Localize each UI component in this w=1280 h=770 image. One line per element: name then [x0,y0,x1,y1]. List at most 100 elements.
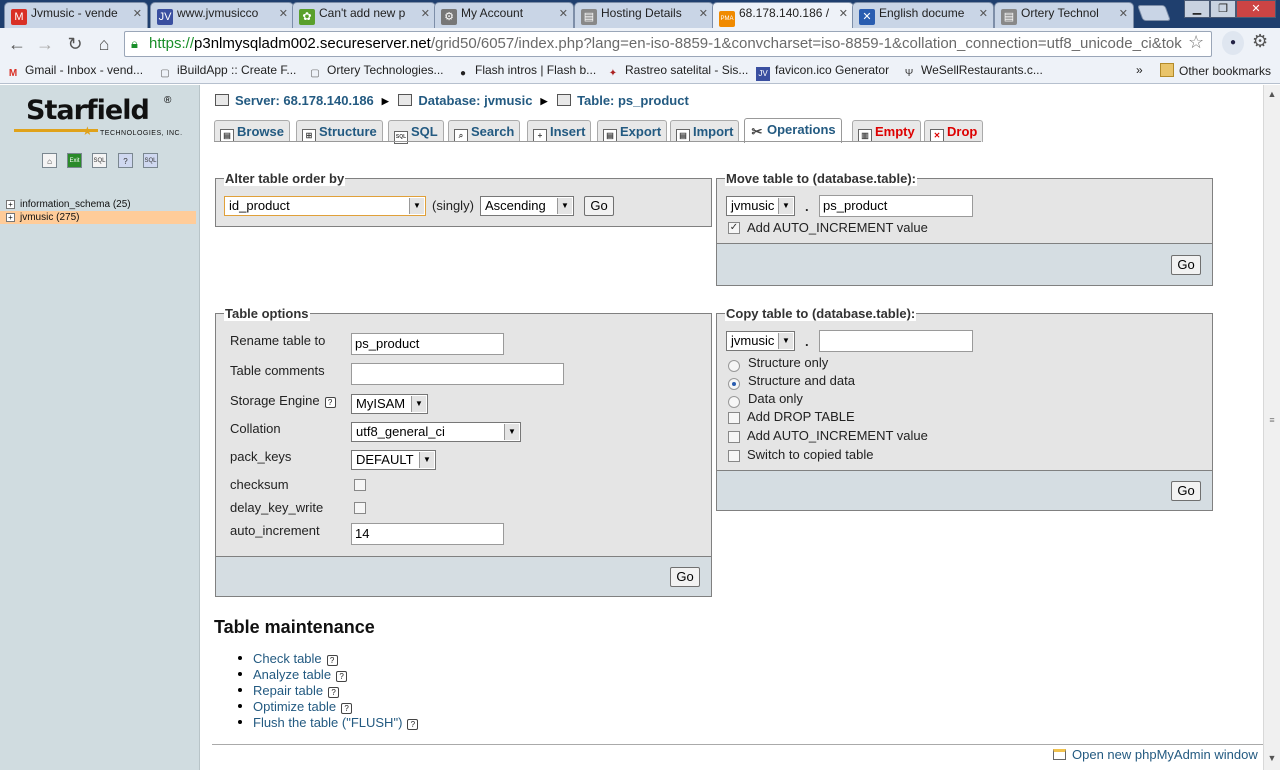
browser-tab[interactable]: ▤ Hosting Details ✕ [574,2,714,28]
optimize-table-link[interactable]: Optimize table [253,699,336,714]
expand-icon[interactable]: + [6,200,15,209]
bookmark-star-icon[interactable]: ☆ [1188,32,1204,53]
breadcrumb-table[interactable]: Table: ps_product [577,93,689,108]
structure-and-data-radio[interactable] [728,378,740,390]
help-icon[interactable]: ? [407,719,419,730]
tab-search[interactable]: ⌕ Search [448,120,521,142]
close-tab-icon[interactable]: ✕ [1119,7,1128,20]
move-auto-increment-checkbox[interactable]: ✓ [728,222,740,234]
browser-tab[interactable]: ⚙ My Account ✕ [434,2,574,28]
close-window-icon[interactable]: ✕ [1236,0,1276,18]
alter-order-go-button[interactable]: Go [584,196,614,216]
close-tab-icon[interactable]: ✕ [979,7,988,20]
tab-drop[interactable]: ✕ Drop [924,120,984,142]
exit-icon[interactable]: Exit [67,153,82,168]
checksum-checkbox[interactable] [354,479,366,491]
tab-import[interactable]: ▤ Import [670,120,740,142]
analyze-table-link[interactable]: Analyze table [253,667,331,682]
tab-export[interactable]: ▤ Export [597,120,668,142]
auto-increment-input[interactable]: 14 [351,523,504,545]
other-bookmarks[interactable]: Other bookmarks [1160,63,1271,78]
new-tab-button[interactable] [1137,5,1171,21]
data-only-radio[interactable] [728,396,740,408]
help-icon[interactable]: ? [341,703,353,714]
sql-docs-icon[interactable]: SQL [143,153,158,168]
browser-tab[interactable]: JV www.jvmusicco ✕ [150,2,294,28]
forward-icon[interactable]: → [34,33,56,55]
bookmark-item[interactable]: M Gmail - Inbox - vend... [6,63,143,81]
bookmark-item[interactable]: Ψ WeSellRestaurants.c... [902,63,1043,81]
help-icon[interactable]: ? [326,655,338,666]
collation-select[interactable]: utf8_general_ci ▼ [351,422,521,442]
tab-browse[interactable]: ▤ Browse [214,120,290,142]
copy-table-go-button[interactable]: Go [1171,481,1201,501]
copy-table-name-input[interactable] [819,330,973,352]
scroll-up-icon[interactable]: ▲ [1267,89,1277,99]
browser-tab-active[interactable]: PMA 68.178.140.186 / ✕ [712,2,854,29]
minimize-icon[interactable]: ▁ [1184,0,1210,18]
structure-only-radio[interactable] [728,360,740,372]
browser-tab[interactable]: ✿ Can't add new p ✕ [292,2,436,28]
home-icon[interactable]: ⌂ [93,33,115,55]
tab-sql[interactable]: SQL SQL [388,120,444,144]
rename-table-input[interactable]: ps_product [351,333,504,355]
table-options-go-button[interactable]: Go [670,567,700,587]
flush-table-link[interactable]: Flush the table ("FLUSH") [253,715,402,730]
close-tab-icon[interactable]: ✕ [559,7,568,20]
wrench-menu-icon[interactable]: ⚙ [1252,31,1268,52]
delay-key-write-checkbox[interactable] [354,502,366,514]
maximize-icon[interactable]: ❐ [1210,0,1236,18]
expand-icon[interactable]: + [6,213,15,222]
close-tab-icon[interactable]: ✕ [133,7,142,20]
bookmark-item[interactable]: JV favicon.ico Generator [756,63,889,81]
bookmark-item[interactable]: ● Flash intros | Flash b... [456,63,596,81]
back-icon[interactable]: ← [6,33,28,55]
table-comments-input[interactable] [351,363,564,385]
copy-db-select[interactable]: jvmusic ▼ [726,331,795,351]
bookmark-item[interactable]: ▢ iBuildApp :: Create F... [158,63,296,81]
pack-keys-select[interactable]: DEFAULT ▼ [351,450,436,470]
bookmark-item[interactable]: ▢ Ortery Technologies... [308,63,443,81]
move-table-name-input[interactable]: ps_product [819,195,973,217]
db-tree-item-selected[interactable]: + jvmusic (275) [0,211,196,224]
browser-tab[interactable]: M Jvmusic - vende ✕ [4,2,148,28]
tab-structure[interactable]: ⊞ Structure [296,120,383,142]
copy-auto-increment-checkbox[interactable] [728,431,740,443]
switch-to-copied-checkbox[interactable] [728,450,740,462]
home-icon[interactable]: ⌂ [42,153,57,168]
breadcrumb-database[interactable]: Database: jvmusic [418,93,532,108]
browser-tab[interactable]: ✕ English docume ✕ [852,2,994,28]
reload-icon[interactable]: ↻ [64,33,86,55]
help-icon[interactable]: ? [336,671,348,682]
breadcrumb-server[interactable]: Server: 68.178.140.186 [235,93,374,108]
repair-table-link[interactable]: Repair table [253,683,323,698]
bookmarks-overflow-button[interactable]: » [1136,63,1143,77]
browser-tab[interactable]: ▤ Ortery Technol ✕ [994,2,1134,28]
close-tab-icon[interactable]: ✕ [699,7,708,20]
scroll-down-icon[interactable]: ▼ [1267,753,1277,763]
tab-operations[interactable]: ✂ Operations [744,118,842,143]
close-tab-icon[interactable]: ✕ [421,7,430,20]
db-tree-item[interactable]: + information_schema (25) [0,198,196,211]
close-tab-icon[interactable]: ✕ [839,7,848,20]
bookmark-item[interactable]: ✦ Rastreo satelital - Sis... [606,63,749,81]
address-bar[interactable]: 🔒︎ https://p3nlmysqladm002.secureserver.n… [124,31,1212,57]
move-db-select[interactable]: jvmusic ▼ [726,196,795,216]
help-icon[interactable]: ? [324,397,336,408]
order-direction-select[interactable]: Ascending ▼ [480,196,574,216]
tab-empty[interactable]: ▥ Empty [852,120,921,142]
help-icon[interactable]: ? [328,687,340,698]
move-table-go-button[interactable]: Go [1171,255,1201,275]
storage-engine-select[interactable]: MyISAM ▼ [351,394,428,414]
docs-icon[interactable]: ? [118,153,133,168]
close-tab-icon[interactable]: ✕ [279,7,288,20]
starfield-logo[interactable]: Starfield ® ★ TECHNOLOGIES, INC. [14,95,184,141]
extension-icon[interactable]: ● [1222,31,1244,55]
check-table-link[interactable]: Check table [253,651,322,666]
add-drop-table-checkbox[interactable] [728,412,740,424]
vertical-scrollbar[interactable]: ▲ ≡ ▼ [1263,85,1280,770]
order-column-select[interactable]: id_product ▼ [224,196,426,216]
open-new-window-link[interactable]: Open new phpMyAdmin window [1053,747,1258,762]
sql-icon[interactable]: SQL [92,153,107,168]
scroll-thumb[interactable]: ≡ [1267,415,1277,425]
